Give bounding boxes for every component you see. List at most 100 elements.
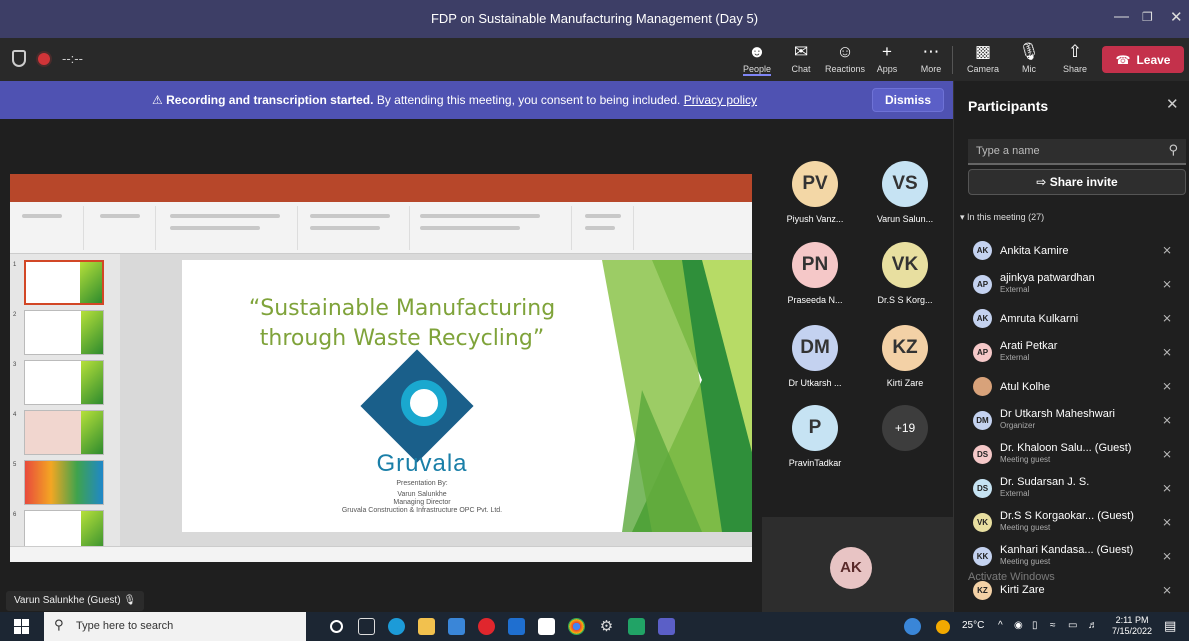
participant-role: Organizer bbox=[1000, 421, 1036, 430]
minimize-icon[interactable]: — bbox=[1114, 8, 1129, 25]
weather-icon[interactable] bbox=[936, 620, 950, 634]
participant-role: Meeting guest bbox=[1000, 557, 1051, 566]
tray-chevron-icon[interactable]: ^ bbox=[998, 620, 1003, 631]
settings-icon[interactable]: ⚙ bbox=[598, 618, 615, 635]
excel-icon[interactable] bbox=[628, 618, 645, 635]
help-icon[interactable] bbox=[904, 618, 921, 635]
close-panel-icon[interactable]: ✕ bbox=[1166, 95, 1179, 113]
tray-volume-icon[interactable]: ♬ bbox=[1088, 620, 1098, 631]
privacy-policy-link[interactable]: Privacy policy bbox=[684, 93, 757, 107]
leave-button[interactable]: ☎ Leave bbox=[1102, 46, 1184, 73]
participant-row[interactable]: Atul Kolhe ⨯ bbox=[954, 369, 1189, 403]
participant-row[interactable]: KK Kanhari Kandasa... (Guest) Meeting gu… bbox=[954, 539, 1189, 573]
cortana-icon[interactable] bbox=[330, 620, 343, 633]
mic-button[interactable]: 🎙 Mic bbox=[1006, 42, 1052, 74]
avatar: PV bbox=[792, 161, 838, 207]
participant-role: External bbox=[1000, 353, 1030, 362]
store-icon[interactable] bbox=[448, 618, 465, 635]
participant-name: Piyush Vanz... bbox=[786, 214, 844, 224]
avatar: KZ bbox=[973, 581, 992, 600]
participant-row[interactable]: AK Ankita Kamire ⨯ bbox=[954, 233, 1189, 267]
avatar: VK bbox=[882, 242, 928, 288]
more-participants-tile[interactable]: +19 bbox=[860, 405, 950, 475]
in-meeting-section[interactable]: ▾ In this meeting (27) bbox=[960, 212, 1044, 223]
reactions-button[interactable]: ☺ Reactions bbox=[822, 42, 868, 74]
chrome-icon[interactable] bbox=[568, 618, 585, 635]
tray-network-icon[interactable]: ◉ bbox=[1014, 620, 1023, 631]
panel-title: Participants bbox=[968, 98, 1049, 114]
title-slide: “Sustainable Manufacturing through Waste… bbox=[182, 260, 752, 532]
participant-search-input[interactable]: Type a name ⚲ bbox=[968, 139, 1186, 165]
mail-icon[interactable] bbox=[508, 618, 525, 635]
tray-display-icon[interactable]: ▭ bbox=[1068, 620, 1077, 631]
avatar: AP bbox=[973, 275, 992, 294]
video-tile[interactable]: VK Dr.S S Korg... bbox=[860, 242, 950, 312]
ppt-status-bar bbox=[10, 546, 752, 562]
shield-icon[interactable] bbox=[12, 50, 26, 67]
participant-row[interactable]: AP ajinkya patwardhan External ⨯ bbox=[954, 267, 1189, 301]
dismiss-button[interactable]: Dismiss bbox=[872, 88, 944, 112]
opera-icon[interactable] bbox=[478, 618, 495, 635]
windows-start-icon[interactable] bbox=[14, 619, 29, 634]
taskbar-clock[interactable]: 2:11 PM 7/15/2022 bbox=[1112, 615, 1152, 637]
participant-name: Dr Utkarsh ... bbox=[788, 378, 842, 388]
photo-avatar bbox=[973, 377, 992, 396]
participant-role: External bbox=[1000, 285, 1030, 294]
participant-row[interactable]: DS Dr. Khaloon Salu... (Guest) Meeting g… bbox=[954, 437, 1189, 471]
tray-battery-icon[interactable]: ▯ bbox=[1032, 620, 1038, 631]
video-tile[interactable]: KZ Kirti Zare bbox=[860, 325, 950, 395]
chat-icon: ✉ bbox=[793, 42, 809, 61]
more-icon: ⋯ bbox=[922, 42, 940, 61]
share-button[interactable]: ⇧ Share bbox=[1052, 42, 1098, 74]
participant-role: Meeting guest bbox=[1000, 523, 1051, 532]
participant-row[interactable]: DS Dr. Sudarsan J. S. External ⨯ bbox=[954, 471, 1189, 505]
participant-row[interactable]: AP Arati Petkar External ⨯ bbox=[954, 335, 1189, 369]
teams-icon[interactable] bbox=[658, 618, 675, 635]
document-icon[interactable] bbox=[538, 618, 555, 635]
mic-off-icon: ⨯ bbox=[1162, 345, 1173, 359]
participant-row[interactable]: DM Dr Utkarsh Maheshwari Organizer ⨯ bbox=[954, 403, 1189, 437]
slide-thumbnail[interactable] bbox=[24, 260, 104, 305]
people-button[interactable]: ☻ People bbox=[734, 42, 780, 76]
slide-thumbnails: 1 2 3 4 5 6 bbox=[10, 254, 120, 555]
maximize-icon[interactable]: ❐ bbox=[1142, 10, 1153, 24]
toolbar-divider bbox=[952, 46, 953, 74]
self-view: AK bbox=[762, 517, 953, 612]
chat-button[interactable]: ✉ Chat bbox=[778, 42, 824, 74]
mic-off-icon: ⨯ bbox=[1162, 413, 1173, 427]
avatar: VS bbox=[882, 161, 928, 207]
tray-wifi-icon[interactable]: ≈ bbox=[1050, 620, 1056, 631]
meeting-timer: --:-- bbox=[62, 51, 83, 66]
slide-thumbnail[interactable] bbox=[24, 460, 104, 505]
participant-name: Dr Utkarsh Maheshwari bbox=[1000, 408, 1115, 420]
participant-name: Dr. Khaloon Salu... (Guest) bbox=[1000, 442, 1132, 454]
task-view-icon[interactable] bbox=[358, 618, 375, 635]
share-invite-button[interactable]: ⇨ Share invite bbox=[968, 169, 1186, 195]
file-explorer-icon[interactable] bbox=[418, 618, 435, 635]
avatar: KZ bbox=[882, 325, 928, 371]
video-tile[interactable]: PN Praseeda N... bbox=[770, 242, 860, 312]
video-tile[interactable]: DM Dr Utkarsh ... bbox=[770, 325, 860, 395]
slide-thumbnail[interactable] bbox=[24, 310, 104, 355]
close-icon[interactable]: ✕ bbox=[1170, 8, 1183, 26]
slide-thumbnail[interactable] bbox=[24, 360, 104, 405]
participant-role: External bbox=[1000, 489, 1030, 498]
participant-name: Praseeda N... bbox=[787, 295, 843, 305]
participant-row[interactable]: AK Amruta Kulkarni ⨯ bbox=[954, 301, 1189, 335]
more-button[interactable]: ⋯ More bbox=[908, 42, 954, 74]
camera-off-icon: ▩ bbox=[974, 42, 992, 61]
video-tile[interactable]: P PravinTadkar bbox=[770, 405, 860, 475]
apps-button[interactable]: + Apps bbox=[864, 42, 910, 74]
edge-icon[interactable] bbox=[388, 618, 405, 635]
recording-icon bbox=[38, 52, 50, 65]
participant-row[interactable]: VK Dr.S S Korgaokar... (Guest) Meeting g… bbox=[954, 505, 1189, 539]
video-tile[interactable]: PV Piyush Vanz... bbox=[770, 161, 860, 231]
avatar: DS bbox=[973, 445, 992, 464]
camera-button[interactable]: ▩ Camera bbox=[960, 42, 1006, 74]
ppt-ribbon-tabs bbox=[10, 188, 752, 202]
notification-icon[interactable]: ▤ bbox=[1164, 618, 1176, 634]
taskbar-search-input[interactable]: ⚲ Type here to search bbox=[44, 612, 306, 641]
participant-name: Kirti Zare bbox=[886, 378, 924, 388]
slide-thumbnail[interactable] bbox=[24, 410, 104, 455]
video-tile[interactable]: VS Varun Salun... bbox=[860, 161, 950, 231]
